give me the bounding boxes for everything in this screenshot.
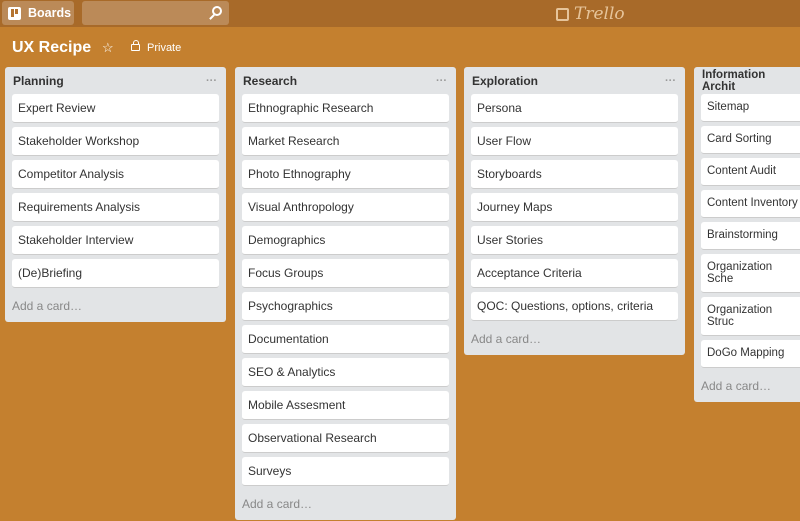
boards-button[interactable]: Boards: [2, 1, 74, 25]
boards-icon: [8, 6, 21, 20]
card[interactable]: Requirements Analysis: [12, 193, 219, 222]
card[interactable]: Observational Research: [242, 424, 449, 453]
card[interactable]: Ethnographic Research: [242, 94, 449, 123]
card[interactable]: Organization Sche: [701, 254, 800, 293]
list-2: Exploration ··· Persona User Flow Storyboard…: [464, 67, 685, 355]
card[interactable]: Surveys: [242, 457, 449, 486]
card[interactable]: Stakeholder Workshop: [12, 127, 219, 156]
list-header[interactable]: Exploration ···: [471, 67, 678, 94]
card[interactable]: Sitemap: [701, 94, 800, 122]
card[interactable]: Expert Review: [12, 94, 219, 123]
card[interactable]: Demographics: [242, 226, 449, 255]
card[interactable]: Photo Ethnography: [242, 160, 449, 189]
list-title[interactable]: Research: [243, 74, 297, 88]
card[interactable]: (De)Briefing: [12, 259, 219, 288]
star-icon[interactable]: ☆: [102, 40, 114, 56]
list-menu-icon[interactable]: ···: [436, 75, 449, 87]
card[interactable]: User Flow: [471, 127, 678, 156]
card[interactable]: DoGo Mapping: [701, 340, 800, 368]
card[interactable]: Journey Maps: [471, 193, 678, 222]
card[interactable]: Persona: [471, 94, 678, 123]
trello-logo-icon: [556, 7, 569, 21]
list-title[interactable]: Exploration: [472, 74, 538, 88]
card[interactable]: Competitor Analysis: [12, 160, 219, 189]
card[interactable]: Visual Anthropology: [242, 193, 449, 222]
trello-logo[interactable]: Trello: [556, 4, 625, 24]
add-card-button[interactable]: Add a card…: [12, 292, 219, 322]
card[interactable]: Psychographics: [242, 292, 449, 321]
list-header[interactable]: Information Archit: [701, 67, 800, 94]
add-card-button[interactable]: Add a card…: [701, 372, 800, 402]
lock-icon: [131, 40, 140, 51]
card[interactable]: Storyboards: [471, 160, 678, 189]
visibility-button[interactable]: Private: [147, 42, 181, 54]
card[interactable]: Market Research: [242, 127, 449, 156]
search-icon[interactable]: [212, 6, 222, 16]
list-0: Planning ··· Expert Review Stakeholder Work…: [5, 67, 226, 322]
card[interactable]: Acceptance Criteria: [471, 259, 678, 288]
list-menu-icon[interactable]: ···: [665, 75, 678, 87]
card[interactable]: QOC: Questions, options, criteria: [471, 292, 678, 321]
board-title[interactable]: UX Recipe: [12, 39, 91, 57]
top-bar: Boards Trello: [0, 0, 800, 27]
card[interactable]: Card Sorting: [701, 126, 800, 154]
card[interactable]: Mobile Assesment: [242, 391, 449, 420]
card[interactable]: Documentation: [242, 325, 449, 354]
list-header[interactable]: Research ···: [242, 67, 449, 94]
list-title[interactable]: Information Archit: [702, 69, 796, 93]
card[interactable]: SEO & Analytics: [242, 358, 449, 387]
list-1: Research ··· Ethnographic Research Market R…: [235, 67, 456, 520]
card[interactable]: Stakeholder Interview: [12, 226, 219, 255]
card[interactable]: Organization Struc: [701, 297, 800, 336]
search-input[interactable]: [82, 1, 229, 25]
card[interactable]: Brainstorming: [701, 222, 800, 250]
list-menu-icon[interactable]: ···: [206, 75, 219, 87]
list-title[interactable]: Planning: [13, 74, 64, 88]
card[interactable]: Content Inventory: [701, 190, 800, 218]
logo-text: Trello: [574, 4, 625, 24]
list-header[interactable]: Planning ···: [12, 67, 219, 94]
add-card-button[interactable]: Add a card…: [242, 490, 449, 520]
list-3: Information Archit Sitemap Card Sorting Con…: [694, 67, 800, 402]
card[interactable]: User Stories: [471, 226, 678, 255]
boards-label: Boards: [28, 6, 72, 20]
add-card-button[interactable]: Add a card…: [471, 325, 678, 355]
card[interactable]: Focus Groups: [242, 259, 449, 288]
card[interactable]: Content Audit: [701, 158, 800, 186]
